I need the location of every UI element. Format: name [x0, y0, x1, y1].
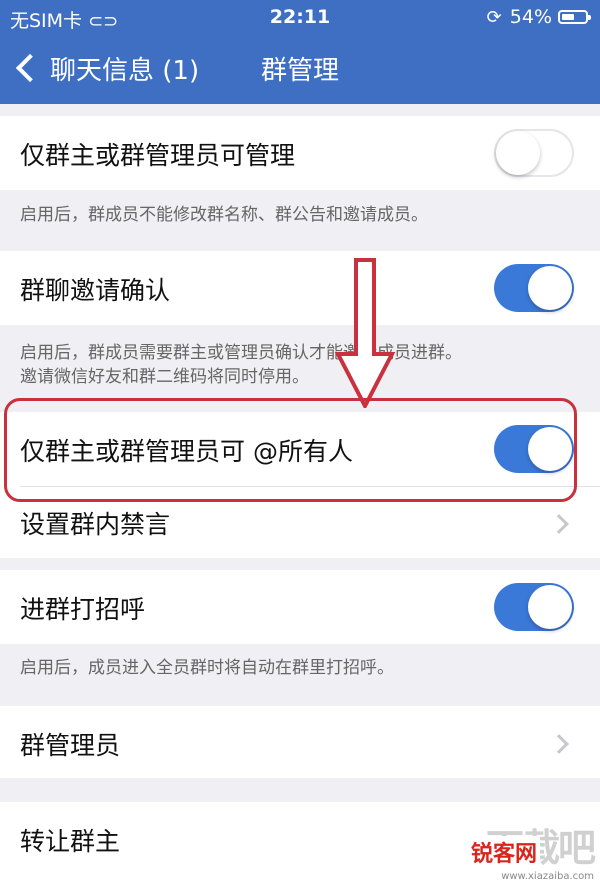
- setting-label: 群管理员: [20, 731, 121, 760]
- setting-label: 群聊邀请确认: [20, 276, 171, 305]
- battery-icon: [558, 10, 591, 24]
- toggle-knob: [528, 585, 572, 629]
- rotation-lock-icon: ⟳: [486, 6, 502, 28]
- setting-label: 转让群主: [20, 827, 121, 856]
- invite-confirm-hint-line2: 邀请微信好友和群二维码将同时停用。: [20, 367, 309, 387]
- setting-label: 进群打招呼: [20, 595, 146, 624]
- down-arrow-annotation: [334, 258, 396, 408]
- battery-fill: [562, 14, 574, 20]
- setting-greet: 进群打招呼: [0, 570, 600, 644]
- setting-label: 设置群内禁言: [20, 510, 171, 539]
- toggle-knob: [496, 131, 540, 175]
- watermark: 下载吧 锐客网 www.xiazaiba.com: [450, 822, 600, 882]
- admin-only-manage-hint: 启用后，群成员不能修改群名称、群公告和邀请成员。: [20, 205, 428, 225]
- setting-admins[interactable]: 群管理员: [0, 706, 600, 778]
- watermark-url: www.xiazaiba.com: [501, 871, 594, 882]
- watermark-brand: 锐客网: [467, 836, 540, 868]
- setting-admin-only-manage: 仅群主或群管理员可管理: [0, 116, 600, 190]
- toggle-knob: [528, 266, 572, 310]
- greet-hint: 启用后，成员进入全员群时将自动在群里打招呼。: [20, 658, 394, 678]
- battery-percent: 54%: [509, 6, 552, 28]
- greet-toggle[interactable]: [494, 583, 574, 631]
- battery-status: ⟳ 54%: [486, 6, 591, 28]
- navigation-bar: 无SIM卡 ⊂⊃ 22:11 ⟳ 54% 聊天信息 (1) 群管理: [0, 0, 600, 104]
- status-bar: 无SIM卡 ⊂⊃ 22:11 ⟳ 54%: [0, 0, 600, 34]
- invite-confirm-toggle[interactable]: [494, 264, 574, 312]
- chevron-right-icon: [549, 514, 569, 534]
- setting-label: 仅群主或群管理员可管理: [20, 141, 296, 170]
- admin-only-manage-toggle[interactable]: [494, 129, 574, 177]
- page-title: 群管理: [260, 56, 339, 86]
- setting-invite-confirm: 群聊邀请确认: [0, 251, 600, 325]
- chevron-right-icon: [549, 734, 569, 754]
- highlight-box-annotation: [4, 398, 577, 502]
